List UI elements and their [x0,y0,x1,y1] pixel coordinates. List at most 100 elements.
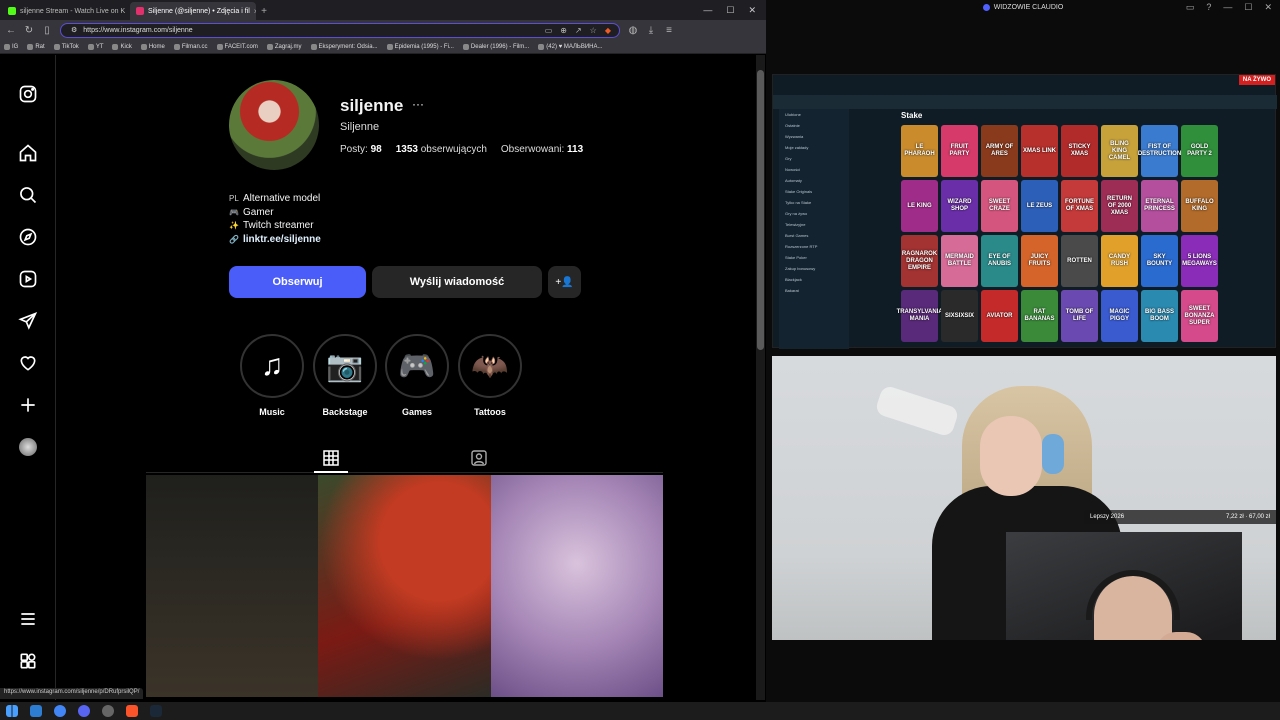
highlight-backstage[interactable]: 📷 Backstage [313,334,377,417]
game-tile[interactable]: MERMAID BATTLE [941,235,978,287]
stake-sidebar-item[interactable]: Burst Games [779,230,849,241]
bookmark-item[interactable]: TikTok [53,43,79,50]
close-icon[interactable]: ✕ [1264,2,1272,13]
help-icon[interactable]: ? [1206,2,1211,13]
game-tile[interactable]: EYE OF ANUBIS [981,235,1018,287]
game-tile[interactable]: LE KING [901,180,938,232]
maximize-icon[interactable]: ☐ [1244,2,1252,13]
game-tile[interactable]: MAGIC PIGGY [1101,290,1138,342]
game-tile[interactable]: LE PHARAOH [901,125,938,177]
stake-sidebar-item[interactable]: Ulubione [779,109,849,120]
suggested-users-button[interactable]: +👤 [548,266,581,298]
game-tile[interactable]: XMAS LINK [1021,125,1058,177]
reels-icon[interactable] [16,267,40,291]
minimize-icon[interactable]: ▭ [1186,2,1195,13]
minimize-icon[interactable]: — [1223,2,1232,13]
chrome-icon[interactable] [54,705,66,717]
bookmark-item[interactable]: Eksperyment: Odsia... [310,43,378,50]
download-icon[interactable]: ⤓ [646,25,656,36]
zoom-icon[interactable]: ⊕ [560,26,567,35]
game-tile[interactable]: SKY BOUNTY [1141,235,1178,287]
game-tile[interactable]: FORTUNE OF XMAS [1061,180,1098,232]
brave-shield-icon[interactable]: ◆ [605,26,611,35]
discord-icon[interactable] [78,705,90,717]
bookmark-item[interactable]: IG [4,43,18,50]
new-tab-button[interactable]: + [256,2,272,20]
cast-icon[interactable]: ▭ [545,26,553,35]
bookmark-item[interactable]: Dealer (1996) - Film... [462,43,529,50]
home-icon[interactable] [16,141,40,165]
minimize-icon[interactable]: — [703,5,712,15]
more-menu-icon[interactable] [16,607,40,631]
maximize-icon[interactable]: ☐ [726,5,734,16]
followers-stat[interactable]: 1353 obserwujących [396,144,487,155]
steam-icon[interactable] [150,705,162,717]
highlight-games[interactable]: 🎮 Games [385,334,449,417]
brave-icon[interactable] [126,705,138,717]
create-icon[interactable] [16,393,40,417]
star-icon[interactable]: ☆ [590,26,597,35]
game-tile[interactable]: AVIATOR [981,290,1018,342]
game-tile[interactable]: BIG BASS BOOM [1141,290,1178,342]
stake-sidebar-item[interactable]: Stake Poker [779,252,849,263]
bookmark-item[interactable]: Zagraj.my [266,43,302,50]
stake-sidebar-item[interactable]: Bakarat [779,285,849,296]
stake-sidebar-item[interactable]: Tylko na Stake [779,197,849,208]
page-scrollbar[interactable] [756,55,765,700]
game-tile[interactable]: STICKY XMAS [1061,125,1098,177]
url-input[interactable]: ⚙ https://www.instagram.com/siljenne ▭ ⊕… [60,22,620,38]
menu-icon[interactable]: ≡ [664,25,674,36]
bookmark-item[interactable]: Rat [27,43,45,50]
bookmark-item[interactable]: Filman.cc [173,43,208,50]
stake-sidebar-item[interactable]: Ostatnie [779,120,849,131]
game-tile[interactable]: FIST OF DESTRUCTION [1138,125,1181,177]
game-tile[interactable]: ETERNAL PRINCESS [1141,180,1178,232]
game-tile[interactable]: ROTTEN [1061,235,1098,287]
profile-avatar-icon[interactable] [16,435,40,459]
bookmark-item[interactable]: FACEIT.com [216,43,258,50]
more-options-icon[interactable]: ··· [412,97,424,111]
stake-sidebar-item[interactable]: Moje zakłady [779,142,849,153]
highlight-tattoos[interactable]: 🦇 Tattoos [458,334,522,417]
stake-sidebar-item[interactable]: Telewizyjne [779,219,849,230]
bookmark-item[interactable]: Kick [112,43,132,50]
threads-apps-icon[interactable] [16,649,40,673]
game-tile[interactable]: BLING KING CAMEL [1101,125,1138,177]
bookmark-icon[interactable]: ▯ [42,25,52,36]
share-icon[interactable]: ↗ [575,26,582,35]
profile-avatar[interactable] [229,80,319,170]
search-icon[interactable] [16,183,40,207]
file-explorer-icon[interactable] [30,705,42,717]
bookmark-item[interactable]: Epidemia (1995) - Fi... [386,43,454,50]
post-thumbnail[interactable] [146,475,318,697]
game-tile[interactable]: RETURN OF 2000 XMAS [1101,180,1138,232]
explore-icon[interactable] [16,225,40,249]
game-tile[interactable]: RAGNAROK DRAGON EMPIRE [901,235,938,287]
close-icon[interactable]: ✕ [748,5,756,16]
bookmark-item[interactable]: (42) ♥ МАЛЬВИНА... [538,43,603,50]
scrollbar-thumb[interactable] [757,70,764,350]
bio-link[interactable]: 🔗 linktr.ee/siljenne [229,233,321,247]
post-thumbnail[interactable] [491,475,663,697]
game-tile[interactable]: SWEET CRAZE [981,180,1018,232]
game-tile[interactable]: FRUIT PARTY [941,125,978,177]
game-tile[interactable]: ARMY OF ARES [981,125,1018,177]
notifications-icon[interactable] [16,351,40,375]
highlight-music[interactable]: ♫ Music [240,334,304,417]
game-tile[interactable]: LE ZEUS [1021,180,1058,232]
site-info-icon[interactable]: ⚙ [71,26,77,34]
posts-grid-tab[interactable] [320,447,342,469]
tagged-tab[interactable] [468,447,490,469]
follow-button[interactable]: Obserwuj [229,266,366,298]
bookmark-item[interactable]: Home [140,43,165,50]
stake-sidebar-item[interactable]: Rozszerzone RTP [779,241,849,252]
stake-sidebar-item[interactable]: Automaty [779,175,849,186]
send-message-button[interactable]: Wyślij wiadomość [372,266,542,298]
reload-icon[interactable]: ↻ [24,25,34,36]
stake-sidebar-item[interactable]: Wyzwania [779,131,849,142]
post-thumbnail[interactable] [318,475,491,697]
back-icon[interactable]: ← [6,25,16,36]
bookmark-item[interactable]: YT [87,43,103,50]
messages-icon[interactable] [16,309,40,333]
obs-icon[interactable] [102,705,114,717]
